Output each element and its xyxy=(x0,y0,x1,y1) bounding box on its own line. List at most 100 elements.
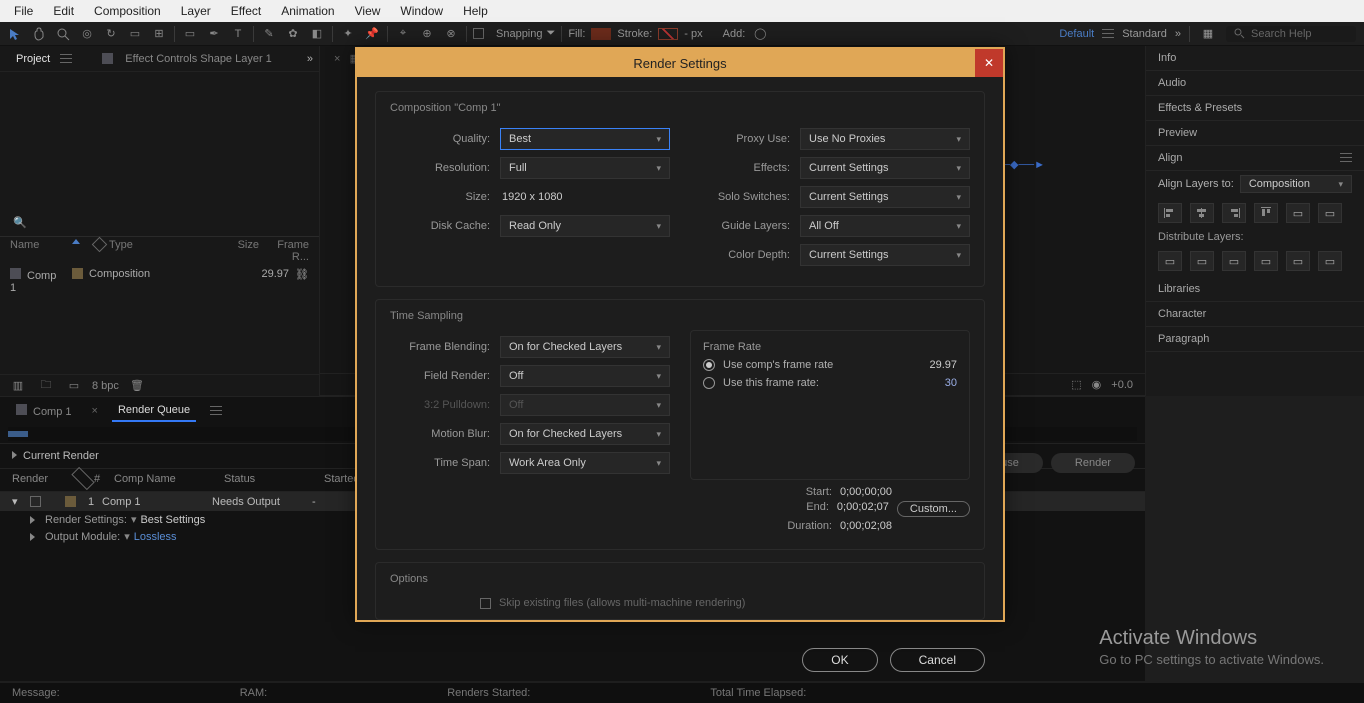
col-size[interactable]: Size xyxy=(219,239,259,263)
resolution-dropdown[interactable]: Full▾ xyxy=(500,157,670,179)
tab-render-queue[interactable]: Render Queue xyxy=(112,400,196,422)
close-tab-icon[interactable]: × xyxy=(92,405,98,417)
menu-effect[interactable]: Effect xyxy=(221,2,271,20)
radio-comp-framerate[interactable]: Use comp's frame rate29.97 xyxy=(703,359,957,371)
delete-icon[interactable]: 🗑 xyxy=(127,376,147,396)
tab-comp1[interactable]: Comp 1 xyxy=(10,400,78,422)
panbehind-tool-icon[interactable]: ⊞ xyxy=(150,25,168,43)
panel-audio[interactable]: Audio xyxy=(1146,71,1364,96)
col-name[interactable]: Name xyxy=(10,239,68,263)
menu-help[interactable]: Help xyxy=(453,2,498,20)
align-left-icon[interactable] xyxy=(1158,203,1182,223)
cancel-button[interactable]: Cancel xyxy=(890,648,985,672)
clone-tool-icon[interactable]: ✿ xyxy=(284,25,302,43)
output-module-link[interactable]: Lossless xyxy=(134,531,177,543)
menu-window[interactable]: Window xyxy=(390,2,453,20)
hand-tool-icon[interactable] xyxy=(30,25,48,43)
tab-effect-controls[interactable]: Effect Controls Shape Layer 1 xyxy=(92,49,282,69)
render-settings-link[interactable]: Best Settings xyxy=(140,514,205,526)
dist-vcenter-icon[interactable]: ▭ xyxy=(1190,251,1214,271)
dist-right-icon[interactable]: ▭ xyxy=(1318,251,1342,271)
fieldrender-dropdown[interactable]: Off▾ xyxy=(500,365,670,387)
snapping-checkbox[interactable] xyxy=(473,28,484,39)
proxy-dropdown[interactable]: Use No Proxies▾ xyxy=(800,128,970,150)
exposure-value[interactable]: +0.0 xyxy=(1111,379,1133,391)
ok-button[interactable]: OK xyxy=(802,648,877,672)
menu-view[interactable]: View xyxy=(345,2,391,20)
align-right-icon[interactable] xyxy=(1222,203,1246,223)
dist-left-icon[interactable]: ▭ xyxy=(1254,251,1278,271)
project-row-comp1[interactable]: Comp 1 Composition 29.97 ⛓ xyxy=(0,265,319,297)
panel-preview[interactable]: Preview xyxy=(1146,121,1364,146)
stroke-swatch[interactable] xyxy=(658,28,678,40)
dist-top-icon[interactable]: ▭ xyxy=(1158,251,1182,271)
more-tabs-icon[interactable]: » xyxy=(307,53,313,65)
burger-icon[interactable] xyxy=(1102,29,1114,39)
dist-hcenter-icon[interactable]: ▭ xyxy=(1286,251,1310,271)
frameblend-dropdown[interactable]: On for Checked Layers▾ xyxy=(500,336,670,358)
col-framerate[interactable]: Frame R... xyxy=(259,239,309,263)
roto-tool-icon[interactable]: ✦ xyxy=(339,25,357,43)
render-checkbox[interactable] xyxy=(30,496,41,507)
add-shape-icon[interactable]: ◯ xyxy=(751,25,769,43)
align-bottom-icon[interactable]: ▭ xyxy=(1318,203,1342,223)
puppet-tool-icon[interactable]: 📌 xyxy=(363,25,381,43)
menu-composition[interactable]: Composition xyxy=(84,2,171,20)
interpret-footage-icon[interactable]: ▥ xyxy=(8,376,28,396)
panel-effects-presets[interactable]: Effects & Presets xyxy=(1146,96,1364,121)
aperture-icon[interactable]: ◉ xyxy=(1092,378,1102,391)
view-axis-icon[interactable]: ⊗ xyxy=(442,25,460,43)
rect-tool-icon[interactable]: ▭ xyxy=(181,25,199,43)
panel-libraries[interactable]: Libraries xyxy=(1146,277,1364,302)
panel-character[interactable]: Character xyxy=(1146,302,1364,327)
quality-dropdown[interactable]: Best▾ xyxy=(500,128,670,150)
pen-tool-icon[interactable]: ✒ xyxy=(205,25,223,43)
radio2-value[interactable]: 30 xyxy=(945,377,957,389)
menu-edit[interactable]: Edit xyxy=(43,2,84,20)
dist-bottom-icon[interactable]: ▭ xyxy=(1222,251,1246,271)
panel-info[interactable]: Info xyxy=(1146,46,1364,71)
custom-timespan-button[interactable]: Custom... xyxy=(897,501,970,517)
more-workspaces-icon[interactable]: » xyxy=(1175,28,1181,40)
project-search-icon[interactable]: 🔍 xyxy=(10,212,30,232)
radio-custom-framerate[interactable]: Use this frame rate:30 xyxy=(703,377,957,389)
align-menu-icon[interactable] xyxy=(1340,153,1352,163)
panel-toggle-icon[interactable]: ▦ xyxy=(1198,24,1218,44)
zoom-tool-icon[interactable] xyxy=(54,25,72,43)
disclosure-icon[interactable] xyxy=(30,516,35,524)
align-top-icon[interactable] xyxy=(1254,203,1278,223)
flowchart-icon[interactable]: ⛓ xyxy=(295,268,309,294)
camera-tool-icon[interactable]: ▭ xyxy=(126,25,144,43)
dialog-close-button[interactable]: ✕ xyxy=(975,49,1003,77)
orbit-tool-icon[interactable]: ◎ xyxy=(78,25,96,43)
solo-dropdown[interactable]: Current Settings▾ xyxy=(800,186,970,208)
depth-dropdown[interactable]: Current Settings▾ xyxy=(800,244,970,266)
fill-swatch[interactable] xyxy=(591,28,611,40)
align-vcenter-icon[interactable]: ▭ xyxy=(1286,203,1310,223)
disclosure-icon[interactable] xyxy=(30,533,35,541)
diskcache-dropdown[interactable]: Read Only▾ xyxy=(500,215,670,237)
align-hcenter-icon[interactable] xyxy=(1190,203,1214,223)
region-icon[interactable]: ⬚ xyxy=(1071,378,1081,391)
new-folder-icon[interactable]: 🗀 xyxy=(36,376,56,396)
guide-dropdown[interactable]: All Off▾ xyxy=(800,215,970,237)
stroke-width[interactable]: - px xyxy=(684,28,702,40)
menu-file[interactable]: File xyxy=(4,2,43,20)
text-tool-icon[interactable]: T xyxy=(229,25,247,43)
new-comp-icon[interactable]: ▭ xyxy=(64,376,84,396)
tab-project[interactable]: Project xyxy=(6,49,60,69)
align-target-drop[interactable]: Composition▾ xyxy=(1240,175,1352,193)
col-type[interactable]: Type xyxy=(109,239,219,263)
workspace-standard[interactable]: Standard xyxy=(1122,28,1167,40)
menu-animation[interactable]: Animation xyxy=(271,2,344,20)
world-axis-icon[interactable]: ⊕ xyxy=(418,25,436,43)
panel-align-header[interactable]: Align xyxy=(1146,146,1364,171)
local-axis-icon[interactable]: ⌖ xyxy=(394,25,412,43)
menu-layer[interactable]: Layer xyxy=(171,2,221,20)
workspace-default[interactable]: Default xyxy=(1059,28,1094,40)
search-help[interactable]: Search Help xyxy=(1226,26,1356,42)
snapping-submenu-icon[interactable]: ⏷ xyxy=(547,27,556,40)
effects-dropdown[interactable]: Current Settings▾ xyxy=(800,157,970,179)
panel-paragraph[interactable]: Paragraph xyxy=(1146,327,1364,352)
bpc-label[interactable]: 8 bpc xyxy=(92,380,119,392)
